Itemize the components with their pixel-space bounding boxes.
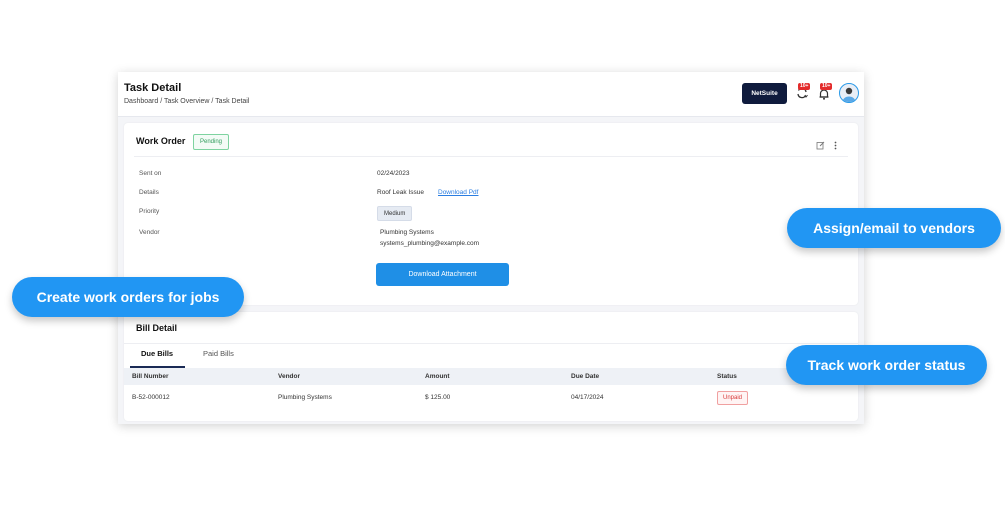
vendor-label: Vendor	[139, 229, 160, 236]
breadcrumb[interactable]: Dashboard / Task Overview / Task Detail	[124, 98, 249, 105]
notification-count-badge: 10+	[820, 83, 833, 90]
tab-paid-bills[interactable]: Paid Bills	[203, 349, 234, 358]
top-bar: Task Detail Dashboard / Task Overview / …	[118, 72, 864, 117]
cell-amount: $ 125.00	[425, 394, 451, 401]
column-header-status[interactable]: Status	[717, 373, 737, 380]
vendor-name: Plumbing Systems	[380, 229, 434, 236]
app-window: Task Detail Dashboard / Task Overview / …	[118, 72, 864, 424]
column-header-vendor[interactable]: Vendor	[278, 373, 300, 380]
card-divider	[134, 156, 848, 157]
sent-on-value: 02/24/2023	[377, 170, 410, 177]
bill-detail-card: Bill Detail Due Bills Paid Bills Bill Nu…	[124, 312, 858, 421]
cell-vendor: Plumbing Systems	[278, 394, 332, 401]
status-badge: Pending	[193, 134, 230, 150]
table-header: Bill Number Vendor Amount Due Date Statu…	[124, 368, 858, 385]
netsuite-button[interactable]: NetSuite	[742, 83, 787, 104]
edit-button[interactable]	[816, 137, 825, 150]
edit-icon	[816, 141, 825, 150]
column-header-bill-number[interactable]: Bill Number	[132, 373, 168, 380]
work-order-title: Work Order	[136, 136, 186, 146]
details-label: Details	[139, 189, 159, 196]
callout-assign-vendors: Assign/email to vendors	[787, 208, 1001, 248]
avatar-person-icon	[842, 87, 856, 102]
sync-button[interactable]: 10+	[795, 83, 811, 101]
callout-create-work-orders: Create work orders for jobs	[12, 277, 244, 317]
callout-track-status: Track work order status	[786, 345, 987, 385]
column-header-amount[interactable]: Amount	[425, 373, 450, 380]
more-options-button[interactable]	[831, 137, 840, 150]
work-order-card: Work Order Pending Sent on 02/24/2023 De…	[124, 123, 858, 305]
details-value: Roof Leak Issue	[377, 189, 424, 196]
priority-badge: Medium	[377, 206, 413, 221]
bill-detail-title: Bill Detail	[136, 323, 178, 333]
page-title: Task Detail	[124, 82, 182, 94]
cell-status-badge: Unpaid	[717, 391, 749, 405]
vendor-email: systems_plumbing@example.com	[380, 240, 480, 247]
notifications-button[interactable]: 10+	[817, 83, 833, 101]
sync-count-badge: 10+	[798, 83, 811, 90]
tab-due-bills[interactable]: Due Bills	[141, 349, 173, 358]
sent-on-label: Sent on	[139, 170, 162, 177]
column-header-due-date[interactable]: Due Date	[571, 373, 599, 380]
more-vertical-icon	[834, 141, 837, 150]
download-attachment-button[interactable]: Download Attachment	[376, 263, 509, 286]
priority-label: Priority	[139, 208, 160, 215]
cell-bill-number: B-52-000012	[132, 394, 170, 401]
user-avatar[interactable]	[839, 83, 859, 103]
download-pdf-link[interactable]: Download Pdf	[438, 189, 478, 196]
card-divider	[124, 343, 858, 344]
cell-due-date: 04/17/2024	[571, 394, 604, 401]
